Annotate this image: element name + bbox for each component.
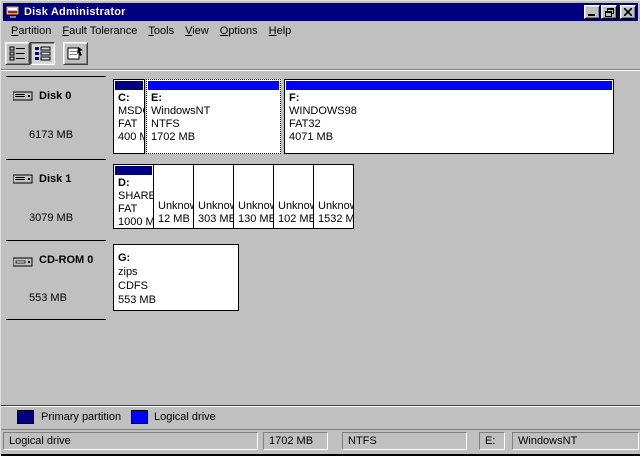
device-separator [6, 76, 106, 77]
disk-icon [13, 173, 33, 185]
disk-view-icon [9, 46, 26, 61]
device-name: Disk 1 [39, 173, 71, 185]
partition-unknown-5[interactable]: Unknown 1532 MB [313, 164, 354, 229]
volumes-view-icon [34, 46, 51, 61]
volumes-view-button[interactable] [30, 42, 55, 65]
statusbar-separator [1, 429, 640, 430]
toolbar-separator [1, 69, 640, 71]
status-size: 1702 MB [263, 432, 328, 450]
device-size: 6173 MB [29, 129, 73, 141]
title-bar[interactable]: Disk Administrator [3, 3, 638, 21]
menu-tools[interactable]: Tools [148, 25, 174, 37]
disk-administrator-window: Disk Administrator Partition Fault Toler… [0, 0, 640, 456]
partition-c[interactable]: C: MSDOS FAT 400 MB [113, 79, 145, 154]
restore-button[interactable] [601, 5, 617, 19]
properties-button[interactable] [63, 42, 88, 65]
device-size: 3079 MB [29, 212, 73, 224]
app-icon [5, 5, 21, 19]
partition-d[interactable]: D: SHARE FAT 1000 MB [113, 164, 154, 229]
window-title: Disk Administrator [24, 6, 126, 18]
primary-partition-strip [115, 166, 152, 175]
device-separator [6, 159, 106, 160]
status-filesystem: NTFS [342, 432, 467, 450]
partition-g[interactable]: G: zips CDFS 553 MB [113, 244, 239, 311]
restore-icon [605, 8, 614, 17]
partition-unknown-2[interactable]: Unknown 303 MB [193, 164, 234, 229]
status-drive-letter: E: [479, 432, 505, 450]
legend-logical-label: Logical drive [154, 411, 216, 423]
menu-bar: Partition Fault Tolerance Tools View Opt… [3, 22, 638, 40]
partition-e-selected[interactable]: E: WindowsNT NTFS 1702 MB [146, 79, 281, 154]
close-button[interactable] [620, 5, 636, 19]
properties-icon [67, 46, 84, 61]
legend-separator [1, 405, 640, 407]
menu-fault-tolerance[interactable]: Fault Tolerance [62, 25, 137, 37]
menu-help[interactable]: Help [269, 25, 292, 37]
status-partition-type: Logical drive [3, 432, 258, 450]
minimize-icon [588, 14, 595, 16]
close-icon [624, 8, 632, 16]
partition-unknown-3[interactable]: Unknown 130 MB [233, 164, 274, 229]
cdrom-icon [13, 256, 33, 268]
logical-drive-strip [148, 81, 279, 90]
menu-options[interactable]: Options [220, 25, 258, 37]
disk-icon [13, 90, 33, 102]
device-name: Disk 0 [39, 90, 71, 102]
partition-f[interactable]: F: WINDOWS98 FAT32 4071 MB [284, 79, 614, 154]
partition-unknown-1[interactable]: Unknown 12 MB [153, 164, 194, 229]
device-separator [6, 240, 106, 241]
partition-unknown-4[interactable]: Unknown 102 MB [273, 164, 314, 229]
minimize-button[interactable] [584, 5, 600, 19]
legend-primary-label: Primary partition [41, 411, 121, 423]
primary-partition-strip [115, 81, 143, 90]
logical-drive-strip [286, 81, 612, 90]
status-volume-label: WindowsNT [512, 432, 639, 450]
menu-partition[interactable]: Partition [11, 25, 51, 37]
menu-view[interactable]: View [185, 25, 209, 37]
device-separator [6, 319, 106, 320]
logical-drive-swatch [131, 410, 148, 424]
device-size: 553 MB [29, 292, 67, 304]
disk-configuration-view-button[interactable] [5, 42, 30, 65]
device-name: CD-ROM 0 [39, 254, 93, 266]
primary-partition-swatch [17, 410, 34, 424]
